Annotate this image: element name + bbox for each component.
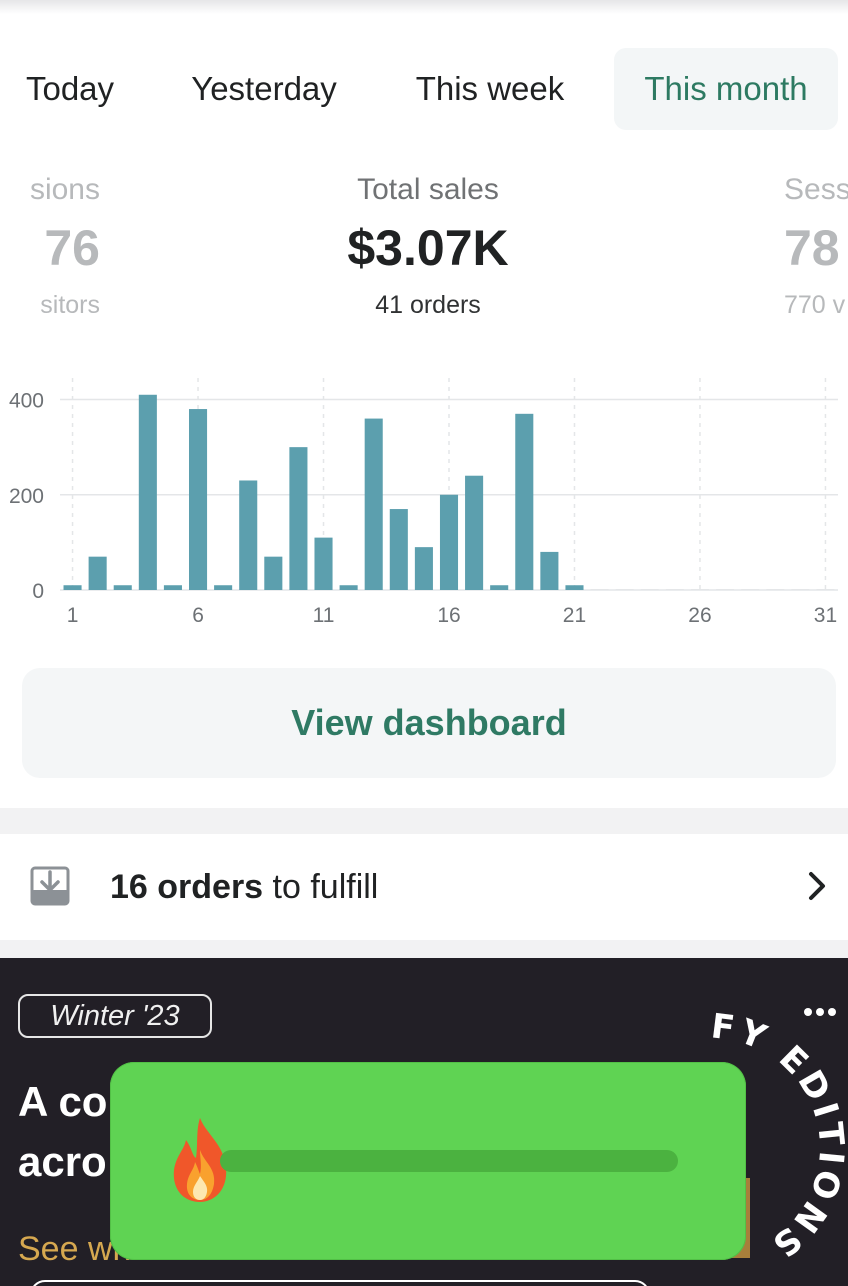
sessions-metric-right[interactable]: Sess 78 770 v bbox=[784, 170, 848, 322]
sessions-metric-left[interactable]: sions 76 sitors bbox=[0, 170, 100, 322]
metric-value: 78 bbox=[784, 220, 840, 276]
chart-bar bbox=[214, 585, 233, 590]
chart-bar bbox=[690, 589, 710, 590]
date-range-tabs: Today Yesterday This week This month bbox=[0, 48, 848, 130]
promo-headline-line2: acro bbox=[18, 1138, 107, 1185]
chart-bar bbox=[816, 589, 835, 590]
chart-bar bbox=[389, 509, 408, 590]
chart-bar bbox=[239, 480, 258, 590]
promo-headline-line1: A co bbox=[18, 1078, 108, 1125]
chart-bar bbox=[590, 589, 609, 590]
chart-bar bbox=[540, 551, 559, 590]
y-tick-label: 0 bbox=[32, 580, 44, 603]
chart-bar bbox=[264, 556, 283, 590]
progress-track bbox=[220, 1150, 678, 1172]
y-tick-label: 200 bbox=[9, 485, 44, 508]
metric-label: Total sales bbox=[357, 173, 499, 206]
x-tick-label: 31 bbox=[814, 604, 837, 627]
top-divider bbox=[0, 0, 848, 14]
chart-bar bbox=[465, 475, 484, 590]
chart-bar bbox=[414, 547, 433, 590]
x-tick-label: 26 bbox=[688, 604, 711, 627]
orders-to-fulfill-row[interactable]: 16 orders to fulfill bbox=[0, 834, 848, 940]
tab-this-week[interactable]: This week bbox=[390, 48, 590, 130]
view-dashboard-button[interactable]: View dashboard bbox=[22, 668, 836, 778]
chart-bar bbox=[791, 589, 810, 590]
x-tick-label: 1 bbox=[67, 604, 79, 627]
bottom-pill-outline bbox=[30, 1280, 650, 1286]
sales-bar-chart: 02004001 6 11 16 21 26 31 bbox=[9, 378, 838, 627]
metric-value: 76 bbox=[44, 220, 100, 276]
download-tray-icon bbox=[30, 866, 70, 906]
chart-bar bbox=[339, 585, 358, 590]
chart-bar bbox=[138, 394, 157, 590]
chart-bar bbox=[766, 589, 785, 590]
progress-overlay bbox=[110, 1062, 746, 1260]
chart-bar bbox=[716, 589, 735, 590]
total-sales-metric[interactable]: Total sales $3.07K 41 orders bbox=[278, 170, 578, 322]
orders-to-fulfill-label: 16 orders to fulfill bbox=[110, 868, 378, 907]
chart-bar bbox=[615, 589, 634, 590]
metric-sub: 41 orders bbox=[375, 291, 481, 319]
orders-suffix: to fulfill bbox=[263, 868, 379, 906]
chart-bar bbox=[515, 413, 534, 590]
metric-value: $3.07K bbox=[347, 220, 509, 276]
metric-sub: 770 v bbox=[784, 291, 846, 319]
season-badge: Winter '23 bbox=[18, 994, 212, 1038]
chevron-right-icon bbox=[809, 872, 825, 900]
tab-this-month[interactable]: This month bbox=[614, 48, 838, 130]
chart-bar bbox=[490, 585, 509, 590]
chart-bar bbox=[163, 585, 182, 590]
tab-today[interactable]: Today bbox=[0, 48, 140, 130]
chart-bar bbox=[565, 585, 584, 590]
x-tick-label: 11 bbox=[313, 604, 335, 627]
chart-bar bbox=[665, 589, 684, 590]
chart-bar bbox=[63, 585, 82, 590]
chart-bar bbox=[289, 447, 308, 590]
chart-bar bbox=[364, 418, 383, 590]
chart-bar bbox=[88, 556, 107, 590]
metric-label: sions bbox=[29, 173, 100, 206]
metric-label: Sess bbox=[784, 173, 848, 206]
x-tick-label: 21 bbox=[563, 604, 586, 627]
metric-sub: sitors bbox=[40, 291, 100, 319]
chart-bar bbox=[439, 494, 459, 590]
chart-bar bbox=[188, 409, 208, 590]
y-tick-label: 400 bbox=[9, 390, 44, 413]
tab-yesterday[interactable]: Yesterday bbox=[164, 48, 364, 130]
analytics-card: Today Yesterday This week This month sio… bbox=[0, 0, 848, 808]
chart-bar bbox=[314, 537, 333, 590]
chart-bar bbox=[113, 585, 132, 590]
x-tick-label: 6 bbox=[192, 604, 204, 627]
x-tick-label: 16 bbox=[437, 604, 460, 627]
orders-count: 16 orders bbox=[110, 868, 264, 906]
chart-bar bbox=[741, 589, 760, 590]
chart-bar bbox=[640, 589, 659, 590]
